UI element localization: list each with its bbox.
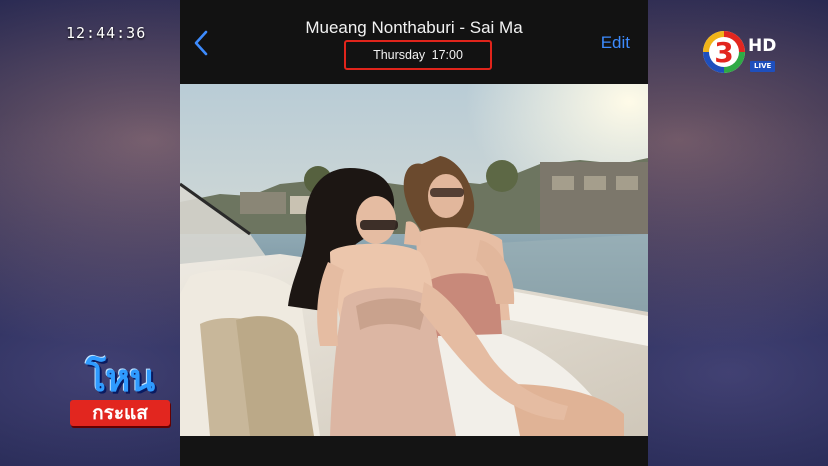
- photo-date-subtitle: Thursday 17:00: [373, 48, 463, 62]
- program-logo-subtitle: กระแส: [70, 400, 170, 426]
- back-button[interactable]: [188, 26, 214, 60]
- phone-screenshot: Mueang Nonthaburi - Sai Ma Thursday 17:0…: [180, 0, 648, 466]
- broadcast-clock: 12:44:36: [66, 24, 147, 42]
- live-badge: LIVE: [750, 61, 776, 72]
- channel-number: 3: [714, 36, 733, 69]
- photo-image[interactable]: [180, 84, 648, 436]
- channel-hd-label: HD: [748, 36, 777, 56]
- photo-nav-bar: Mueang Nonthaburi - Sai Ma Thursday 17:0…: [180, 0, 648, 84]
- edit-button[interactable]: Edit: [601, 33, 630, 53]
- photo-bottom-bar: [180, 436, 648, 466]
- photo-location-title: Mueang Nonthaburi - Sai Ma: [305, 18, 523, 37]
- date-highlight-box: Thursday 17:00: [344, 40, 492, 70]
- photo-illustration: [180, 84, 648, 436]
- chevron-left-icon: [194, 30, 208, 56]
- program-logo-title: โหน: [85, 356, 155, 400]
